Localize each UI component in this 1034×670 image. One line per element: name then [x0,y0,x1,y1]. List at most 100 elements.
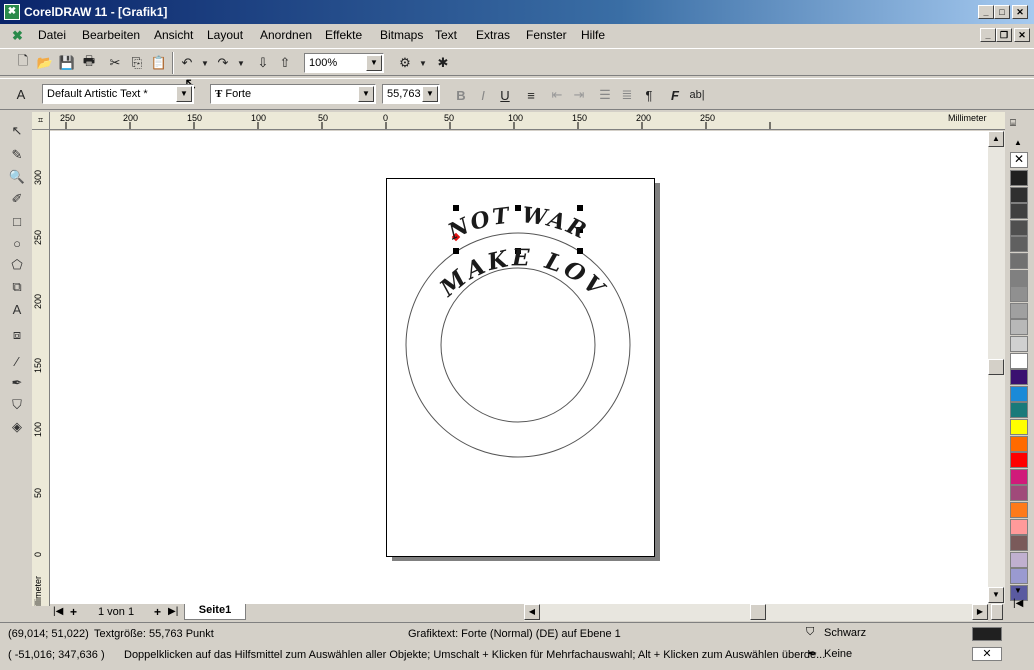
scroll-down-icon[interactable]: ▼ [988,587,1004,603]
cut-icon[interactable]: ✂ [104,52,126,74]
palette-scroll-up-icon[interactable]: ▲ [1014,138,1022,147]
paragraph-icon[interactable]: ¶ [638,84,660,106]
launcher-dropdown-icon[interactable]: ▼ [412,52,434,74]
scroll-up-icon[interactable]: ▲ [988,131,1004,147]
color-swatch[interactable] [1010,336,1028,352]
underline-icon[interactable]: U [494,84,516,106]
ruler-origin[interactable]: ⌗ [32,112,50,130]
color-swatch[interactable] [1010,236,1028,253]
zoom-field[interactable]: 100% ▼ [304,53,384,73]
app-icon[interactable]: ✖ [4,4,20,20]
vertical-scrollbar[interactable]: ▲ ▼ [988,131,1005,604]
menu-extras[interactable]: Extras [476,28,510,42]
palette-scroll-down-icon[interactable]: ▼ [1014,586,1022,595]
menu-hilfe[interactable]: Hilfe [581,28,605,42]
color-swatch[interactable] [1010,186,1028,203]
align-icon[interactable]: ≡ [520,84,542,106]
color-swatch[interactable] [1010,485,1028,502]
scroll-left-icon[interactable]: ◀ [524,604,540,620]
first-page-icon[interactable]: |◀ [53,606,63,617]
maximize-button[interactable]: □ [994,5,1010,19]
outline-pen-icon[interactable]: ✒ [5,372,29,394]
basic-shapes-icon[interactable]: ⧉ [5,276,29,298]
color-swatch[interactable] [1010,352,1028,369]
shape-tool-icon[interactable]: ✎ [5,144,29,166]
chevron-down-icon[interactable]: ▼ [176,86,192,102]
color-swatch[interactable] [1010,385,1028,402]
doc-icon[interactable]: ✖ [12,28,23,44]
fill-swatch[interactable] [972,627,1002,641]
ellipse-tool-icon[interactable]: ○ [5,232,29,254]
minimize-button[interactable]: _ [978,5,994,19]
menu-effekte[interactable]: Effekte [325,28,362,42]
print-icon[interactable]: 🖶 [78,52,100,74]
eyedropper-icon[interactable]: ⁄ [5,350,29,372]
horizontal-ruler[interactable]: 250 200 150 100 50 0 50 100 150 200 250 … [50,112,1005,130]
color-swatch[interactable] [1010,302,1028,319]
vertical-ruler[interactable]: 300 250 200 150 100 50 0 Millimeter [32,130,50,606]
color-swatch[interactable] [1010,452,1028,469]
corel-online-icon[interactable]: ✱ [432,52,454,74]
font-field[interactable]: Ŧ Forte ▼ [210,84,376,104]
palette-menu-icon[interactable]: ⌸ [1010,118,1016,129]
chevron-down-icon[interactable]: ▼ [422,86,438,102]
color-swatch[interactable] [1010,468,1028,485]
scroll-right-icon[interactable]: ▶ [972,604,988,620]
menu-ansicht[interactable]: Ansicht [154,28,193,42]
color-swatch[interactable] [1010,551,1028,568]
color-swatch[interactable] [1010,219,1028,236]
page-tab[interactable]: Seite1 [184,604,246,620]
import-icon[interactable]: ⇩ [252,52,274,74]
menu-bearbeiten[interactable]: Bearbeiten [82,28,140,42]
bullet-list-icon[interactable]: ☰ [594,84,616,106]
close-button[interactable]: ✕ [1012,5,1028,19]
save-icon[interactable]: 💾 [56,52,78,74]
freehand-tool-icon[interactable]: ✐ [5,188,29,210]
menu-datei[interactable]: Datei [38,28,66,42]
corner-button[interactable] [991,604,1003,620]
copy-icon[interactable]: ⎘ [126,52,148,74]
color-swatch[interactable] [1010,170,1028,186]
color-swatch[interactable] [1010,286,1028,303]
menu-text[interactable]: Text [435,28,457,42]
outline-swatch[interactable]: ✕ [972,647,1002,661]
color-swatch[interactable] [1010,319,1028,336]
text-style-icon[interactable]: A [10,83,32,105]
bold-icon[interactable]: B [450,84,472,106]
palette-expand-icon[interactable]: |◀ [1013,598,1023,609]
rectangle-tool-icon[interactable]: □ [5,210,29,232]
last-page-icon[interactable]: ▶| [168,606,178,617]
style-field[interactable]: Default Artistic Text * ▼ [42,84,194,104]
menu-bitmaps[interactable]: Bitmaps [380,28,423,42]
color-swatch[interactable] [1010,203,1028,220]
zoom-tool-icon[interactable]: 🔍 [5,166,29,188]
color-swatch[interactable] [1010,419,1028,435]
paste-icon[interactable]: 📋 [148,52,170,74]
polygon-tool-icon[interactable]: ⬠ [5,254,29,276]
color-swatch[interactable] [1010,369,1028,386]
redo-dropdown-icon[interactable]: ▼ [230,52,252,74]
format-text-icon[interactable]: F [664,84,686,106]
text-tool-icon[interactable]: A [5,298,29,320]
color-swatch[interactable] [1010,502,1028,518]
color-swatch[interactable] [1010,253,1028,269]
fill-bucket-icon[interactable]: ⛉ [5,394,29,416]
text-not-war[interactable]: NOT WAR [443,202,591,245]
scroll-thumb[interactable] [988,359,1004,375]
drop-cap-icon[interactable]: ≣ [616,84,638,106]
drawing-canvas[interactable]: NOT WAR MAKE LOVE [50,131,988,604]
color-swatch[interactable] [1010,269,1028,286]
color-swatch[interactable] [1010,402,1028,419]
menu-anordnen[interactable]: Anordnen [260,28,312,42]
font-size-field[interactable]: 55,763 ▼ [382,84,440,104]
edit-text-icon[interactable]: ab| [686,84,708,106]
add-page-after-icon[interactable]: + [154,605,161,619]
doc-close-button[interactable]: ✕ [1014,28,1030,42]
export-icon[interactable]: ⇧ [274,52,296,74]
color-swatch[interactable] [1010,518,1028,535]
indent-increase-icon[interactable]: ⇥ [568,84,590,106]
interactive-fill-icon[interactable]: ◈ [5,416,29,438]
add-page-before-icon[interactable]: + [70,605,77,619]
italic-icon[interactable]: I [472,84,494,106]
interactive-blend-icon[interactable]: ⧈ [5,324,29,346]
